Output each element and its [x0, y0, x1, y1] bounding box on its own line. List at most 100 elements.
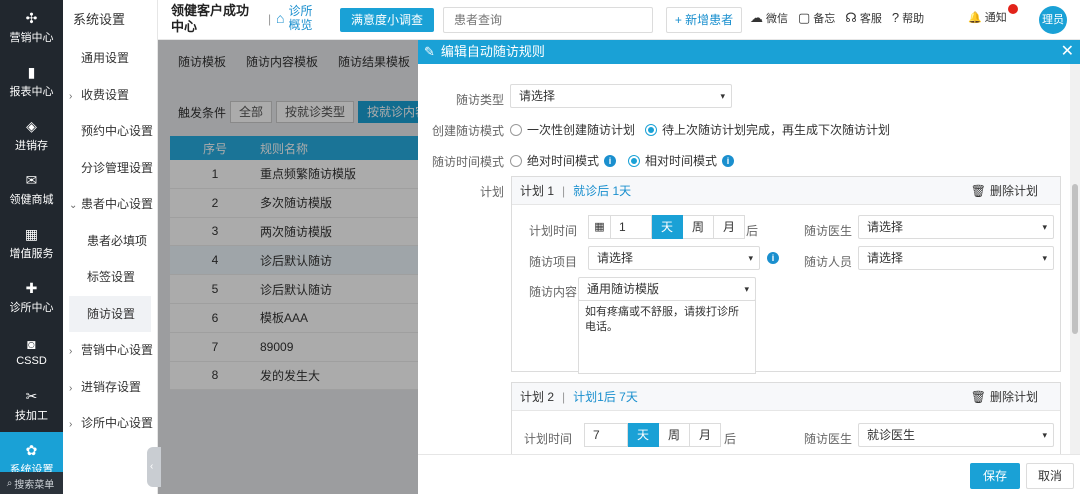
info-icon[interactable]: i	[722, 154, 735, 167]
plan-card-2: 计划 2 | 计划1后 7天 🗑 删除计划 计划时间 7 天 周 月 后 随访医生 就…	[511, 382, 1061, 454]
create-mode-once[interactable]: 一次性创建随访计划	[510, 121, 635, 138]
subnav-label: 预约中心设置	[81, 124, 154, 138]
wechat-icon: ☁	[750, 10, 763, 25]
plan-time-number[interactable]: 1	[610, 215, 652, 239]
collapse-handle[interactable]: ‹	[147, 447, 161, 487]
nav-item-value-added[interactable]: ▦ 增值服务	[0, 216, 63, 270]
add-patient-button[interactable]: + 新增患者	[666, 7, 742, 33]
save-button[interactable]: 保存	[970, 463, 1020, 489]
plan-header: 计划 2 | 计划1后 7天 🗑 删除计划	[512, 383, 1060, 411]
notify-button[interactable]: 🔔 通知	[968, 9, 1007, 25]
chevron-right-icon: ›	[69, 382, 73, 394]
info-icon[interactable]: i	[604, 154, 617, 167]
delete-plan-button[interactable]: 🗑 删除计划	[971, 383, 1038, 411]
divider: |	[562, 390, 566, 404]
subnav-group[interactable]: › 收费设置	[63, 77, 157, 114]
nav-item-processing[interactable]: ✂ 技加工	[0, 378, 63, 432]
subnav-label: 患者必填项	[87, 233, 148, 248]
home-icon: ⌂	[276, 10, 285, 26]
person-select[interactable]: 请选择 ▾	[858, 246, 1054, 270]
help-button[interactable]: ? 帮助	[892, 10, 924, 26]
survey-banner-button[interactable]: 满意度小调查	[340, 8, 434, 32]
wechat-button[interactable]: ☁ 微信	[750, 10, 788, 26]
avatar[interactable]: 理员	[1039, 6, 1067, 34]
unit-day[interactable]: 天	[652, 215, 683, 239]
edit-rule-dialog: ✎ 编辑自动随访规则 ✕ 随访类型 请选择 ▾ 创建随访模式 一次性创建随访计划 …	[418, 40, 1080, 494]
close-icon[interactable]: ✕	[1061, 40, 1074, 64]
info-icon[interactable]: i	[767, 252, 779, 264]
doctor-select[interactable]: 请选择 ▾	[858, 215, 1054, 239]
subnav-label: 分诊管理设置	[81, 160, 154, 175]
subnav-item[interactable]: 患者必填项	[63, 223, 157, 260]
clinic-overview-link[interactable]: ⌂ 诊所概览	[276, 4, 316, 32]
subnav-item[interactable]: 通用设置	[63, 40, 157, 77]
tool-label: 客服	[859, 13, 882, 25]
cancel-button[interactable]: 取消	[1026, 463, 1074, 489]
dialog-scrollbar[interactable]	[1070, 64, 1080, 454]
plan-name: 计划 2	[520, 390, 555, 404]
subnav-item[interactable]: 分诊管理设置	[63, 150, 157, 187]
unit-day[interactable]: 天	[628, 423, 659, 447]
time-mode-relative[interactable]: 相对时间模式 i	[628, 152, 735, 169]
unit-month[interactable]: 月	[714, 215, 745, 239]
content-label: 随访内容	[528, 285, 577, 299]
edit-icon: ✎	[424, 44, 435, 59]
dialog-title: 编辑自动随访规则	[440, 44, 545, 59]
content-textarea[interactable]: 如有疼痛或不舒服，请拨打诊所电话。	[578, 300, 756, 374]
search-icon: ⌕	[6, 477, 13, 489]
create-mode-sequential[interactable]: 待上次随访计划完成，再生成下次随访计划	[645, 121, 890, 138]
nav-item-mall[interactable]: ✉ 领健商城	[0, 162, 63, 216]
service-button[interactable]: ☊ 客服	[845, 10, 882, 26]
calendar-icon[interactable]: ▦	[588, 215, 610, 239]
tool-label: 帮助	[902, 13, 925, 25]
delete-plan-button[interactable]: 🗑 删除计划	[971, 177, 1038, 205]
subnav-item[interactable]: 标签设置	[63, 259, 157, 296]
nav-item-inventory[interactable]: ◈ 进销存	[0, 108, 63, 162]
time-mode-label: 随访时间模式	[431, 155, 504, 169]
headset-icon: ☊	[845, 10, 857, 25]
scrollbar-thumb[interactable]	[1072, 184, 1078, 334]
doctor-select[interactable]: 就诊医生 ▾	[858, 423, 1054, 447]
cssd-icon: ◙	[27, 335, 36, 352]
patient-search-input[interactable]	[443, 7, 653, 33]
followup-type-select[interactable]: 请选择 ▾	[510, 84, 732, 108]
item-select[interactable]: 请选择 ▾	[588, 246, 760, 270]
subnav-item[interactable]: 预约中心设置	[63, 113, 157, 150]
chevron-right-icon: ›	[69, 90, 73, 102]
subnav-title: 系统设置	[73, 12, 126, 27]
nav-label: 技加工	[15, 409, 48, 422]
time-mode-absolute[interactable]: 绝对时间模式 i	[510, 152, 617, 169]
radio-label: 待上次随访计划完成，再生成下次随访计划	[662, 123, 891, 137]
bell-icon: 🔔	[968, 12, 982, 24]
subnav-group[interactable]: › 进销存设置	[63, 369, 157, 406]
nav-label: 报表中心	[9, 85, 54, 98]
menu-search-label: 搜索菜单	[14, 479, 55, 491]
nav-label: 诊所中心	[9, 301, 54, 314]
nav-label: 领健商城	[9, 193, 54, 206]
tool-label: 微信	[766, 13, 788, 25]
nav-item-marketing[interactable]: ✣ 营销中心	[0, 0, 63, 54]
unit-week[interactable]: 周	[683, 215, 714, 239]
memo-button[interactable]: ▢ 备忘	[798, 10, 835, 26]
delete-label: 删除计划	[989, 390, 1038, 404]
main-nav: ✣ 营销中心 ▮ 报表中心 ◈ 进销存 ✉ 领健商城 ▦ 增值服务 ✚ 诊所中心 ◙ CSSD…	[0, 0, 63, 494]
settings-subnav: 系统设置 通用设置 › 收费设置 预约中心设置 分诊管理设置 ⌄ 患者中心设置 患者…	[63, 0, 158, 494]
content-template-select[interactable]: 通用随访模版 ▾	[578, 277, 756, 301]
nav-item-clinic[interactable]: ✚ 诊所中心	[0, 270, 63, 324]
menu-search[interactable]: ⌕ 搜索菜单	[0, 472, 63, 494]
subnav-item-followup-settings[interactable]: 随访设置	[69, 295, 151, 332]
subnav-label: 诊所中心设置	[81, 416, 154, 430]
notification-badge	[1008, 4, 1018, 14]
plan-time-label: 计划时间	[528, 224, 577, 238]
help-icon: ?	[891, 10, 900, 25]
nav-item-cssd[interactable]: ◙ CSSD	[0, 324, 63, 378]
subnav-group[interactable]: ⌄ 患者中心设置	[63, 186, 157, 223]
clinic-name: 领健客户成功中心	[171, 3, 250, 34]
person-label: 随访人员	[803, 255, 852, 269]
nav-item-reports[interactable]: ▮ 报表中心	[0, 54, 63, 108]
plan-time-number[interactable]: 7	[584, 423, 628, 447]
subnav-group[interactable]: › 诊所中心设置	[63, 405, 157, 442]
unit-month[interactable]: 月	[690, 423, 721, 447]
subnav-group[interactable]: › 营销中心设置	[63, 332, 157, 369]
unit-week[interactable]: 周	[659, 423, 690, 447]
